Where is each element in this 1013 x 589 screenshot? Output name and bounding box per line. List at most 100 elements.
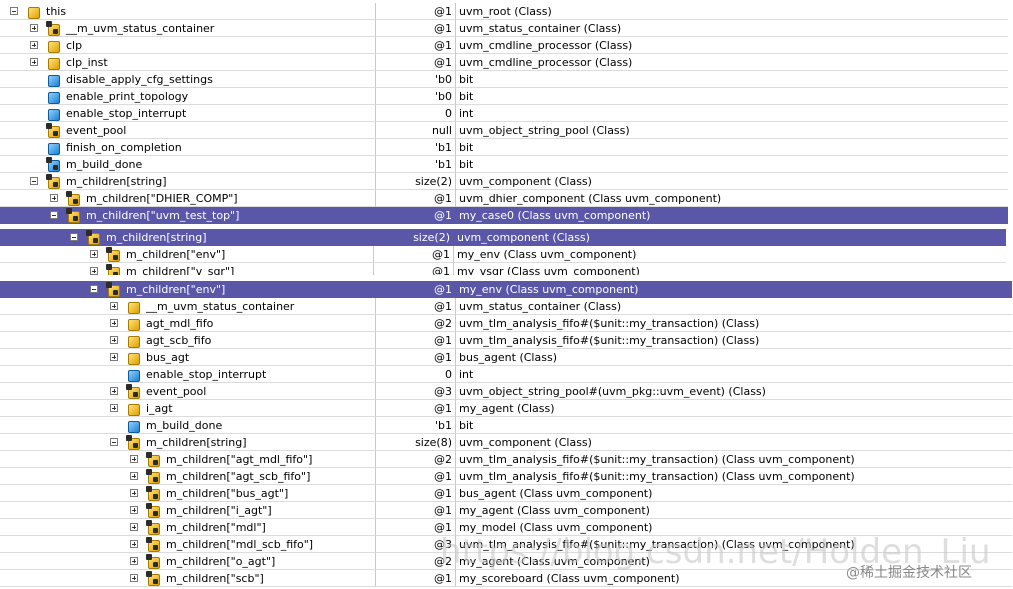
name-cell[interactable]: m_children["i_agt"] (0, 502, 376, 519)
expand-icon[interactable] (30, 41, 38, 49)
expand-icon[interactable] (110, 404, 118, 412)
tree-row[interactable]: m_children["agt_scb_fifo"] @1 uvm_tlm_anal… (0, 468, 1012, 485)
expand-icon[interactable] (110, 319, 118, 327)
tree-row[interactable]: agt_mdl_fifo @2 uvm_tlm_analysis_fifo#($un… (0, 315, 1012, 332)
expand-icon[interactable] (30, 58, 38, 66)
tree-row[interactable]: m_children["uvm_test_top"] @1 my_case0 (Cl… (0, 207, 1008, 224)
name-cell[interactable]: event_pool (0, 383, 376, 400)
tree-row[interactable]: m_children[string] size(2) uvm_component (… (0, 229, 1006, 246)
name-cell[interactable]: enable_stop_interrupt (0, 105, 376, 122)
name-cell[interactable]: m_children["env"] (0, 246, 374, 263)
name-cell[interactable]: m_build_done (0, 156, 376, 173)
value-cell: @2 (376, 315, 456, 332)
collapse-icon[interactable] (10, 7, 18, 15)
row-label: m_children["agt_scb_fifo"] (166, 470, 311, 483)
class-object-icon (47, 56, 60, 70)
name-cell[interactable]: m_children[string] (0, 229, 374, 246)
name-cell[interactable]: m_children["agt_scb_fifo"] (0, 468, 376, 485)
name-cell[interactable]: i_agt (0, 400, 376, 417)
name-cell[interactable]: m_build_done (0, 417, 376, 434)
tree-row[interactable]: finish_on_completion 'b1 bit (0, 139, 1008, 156)
value-cell: 0 (376, 105, 456, 122)
expand-icon[interactable] (110, 387, 118, 395)
tree-row[interactable]: __m_uvm_status_container @1 uvm_status_con… (0, 298, 1012, 315)
name-cell[interactable]: enable_stop_interrupt (0, 366, 376, 383)
name-cell[interactable]: m_children["v_sqr"] (0, 263, 374, 275)
expand-icon[interactable] (130, 523, 138, 531)
type-cell: uvm_tlm_analysis_fifo#($unit::my_transac… (456, 468, 1012, 485)
tree-row[interactable]: clp_inst @1 uvm_cmdline_processor (Class) (0, 54, 1008, 71)
variable-icon (127, 368, 140, 382)
tree-row[interactable]: m_children["agt_mdl_fifo"] @2 uvm_tlm_anal… (0, 451, 1012, 468)
expand-icon[interactable] (110, 353, 118, 361)
name-cell[interactable]: agt_scb_fifo (0, 332, 376, 349)
collapse-icon[interactable] (30, 177, 38, 185)
name-cell[interactable]: this (0, 3, 376, 20)
name-cell[interactable]: m_children["bus_agt"] (0, 485, 376, 502)
name-cell[interactable]: m_children["uvm_test_top"] (0, 207, 376, 224)
tree-row[interactable]: enable_stop_interrupt 0 int (0, 105, 1008, 122)
tree-row[interactable]: event_pool null uvm_object_string_pool (Cl… (0, 122, 1008, 139)
expand-icon[interactable] (130, 472, 138, 480)
type-cell: my_vsqr (Class uvm_component) (454, 263, 1006, 275)
tree-row[interactable]: enable_print_topology 'b0 bit (0, 88, 1008, 105)
tree-row[interactable]: __m_uvm_status_container @1 uvm_status_con… (0, 20, 1008, 37)
expand-icon[interactable] (90, 267, 98, 275)
expand-icon[interactable] (110, 302, 118, 310)
tree-row[interactable]: m_build_done 'b1 bit (0, 417, 1012, 434)
name-cell[interactable]: m_children["env"] (0, 281, 376, 298)
name-cell[interactable]: event_pool (0, 122, 376, 139)
tree-row[interactable]: m_children[string] size(2) uvm_component (… (0, 173, 1008, 190)
name-cell[interactable]: bus_agt (0, 349, 376, 366)
name-cell[interactable]: clp_inst (0, 54, 376, 71)
name-cell[interactable]: m_children["mdl_scb_fifo"] (0, 536, 376, 553)
tree-row[interactable]: m_children["i_agt"] @1 my_agent (Class uvm… (0, 502, 1012, 519)
collapse-icon[interactable] (50, 211, 58, 219)
type-cell: bus_agent (Class) (456, 349, 1012, 366)
name-cell[interactable]: m_children[string] (0, 434, 376, 451)
name-cell[interactable]: agt_mdl_fifo (0, 315, 376, 332)
name-cell[interactable]: m_children["DHIER_COMP"] (0, 190, 376, 207)
tree-row[interactable]: m_children["env"] @1 my_env (Class uvm_com… (0, 281, 1012, 298)
tree-row[interactable]: m_children["v_sqr"] @1 my_vsqr (Class uvm_… (0, 263, 1006, 275)
tree-row[interactable]: m_children["DHIER_COMP"] @1 uvm_dhier_comp… (0, 190, 1008, 207)
expand-icon[interactable] (130, 540, 138, 548)
tree-row[interactable]: agt_scb_fifo @1 uvm_tlm_analysis_fifo#($un… (0, 332, 1012, 349)
name-cell[interactable]: m_children["agt_mdl_fifo"] (0, 451, 376, 468)
tree-row[interactable]: m_children["env"] @1 my_env (Class uvm_com… (0, 246, 1006, 263)
expand-icon[interactable] (30, 24, 38, 32)
name-cell[interactable]: __m_uvm_status_container (0, 298, 376, 315)
expand-icon[interactable] (130, 455, 138, 463)
expand-icon[interactable] (90, 250, 98, 258)
tree-row[interactable]: i_agt @1 my_agent (Class) (0, 400, 1012, 417)
name-cell[interactable]: m_children["scb"] (0, 570, 376, 587)
tree-row[interactable]: m_children[string] size(8) uvm_component (… (0, 434, 1012, 451)
class-object-icon (106, 247, 120, 262)
collapse-icon[interactable] (70, 233, 78, 241)
expand-icon[interactable] (130, 506, 138, 514)
tree-row[interactable]: m_children["bus_agt"] @1 bus_agent (Class … (0, 485, 1012, 502)
tree-row[interactable]: bus_agt @1 bus_agent (Class) (0, 349, 1012, 366)
tree-row[interactable]: m_build_done 'b1 bit (0, 156, 1008, 173)
name-cell[interactable]: m_children["o_agt"] (0, 553, 376, 570)
name-cell[interactable]: m_children["mdl"] (0, 519, 376, 536)
collapse-icon[interactable] (110, 438, 118, 446)
name-cell[interactable]: disable_apply_cfg_settings (0, 71, 376, 88)
name-cell[interactable]: __m_uvm_status_container (0, 20, 376, 37)
name-cell[interactable]: finish_on_completion (0, 139, 376, 156)
expand-icon[interactable] (130, 574, 138, 582)
name-cell[interactable]: m_children[string] (0, 173, 376, 190)
tree-row[interactable]: enable_stop_interrupt 0 int (0, 366, 1012, 383)
name-cell[interactable]: clp (0, 37, 376, 54)
name-cell[interactable]: enable_print_topology (0, 88, 376, 105)
expand-icon[interactable] (130, 557, 138, 565)
expand-icon[interactable] (130, 489, 138, 497)
tree-row[interactable]: event_pool @3 uvm_object_string_pool#(uvm_… (0, 383, 1012, 400)
expand-icon[interactable] (50, 194, 58, 202)
tree-row[interactable]: this @1 uvm_root (Class) (0, 3, 1008, 20)
tree-row[interactable]: clp @1 uvm_cmdline_processor (Class) (0, 37, 1008, 54)
tree-row[interactable]: disable_apply_cfg_settings 'b0 bit (0, 71, 1008, 88)
collapse-icon[interactable] (90, 285, 98, 293)
class-object-icon (146, 452, 160, 467)
expand-icon[interactable] (110, 336, 118, 344)
